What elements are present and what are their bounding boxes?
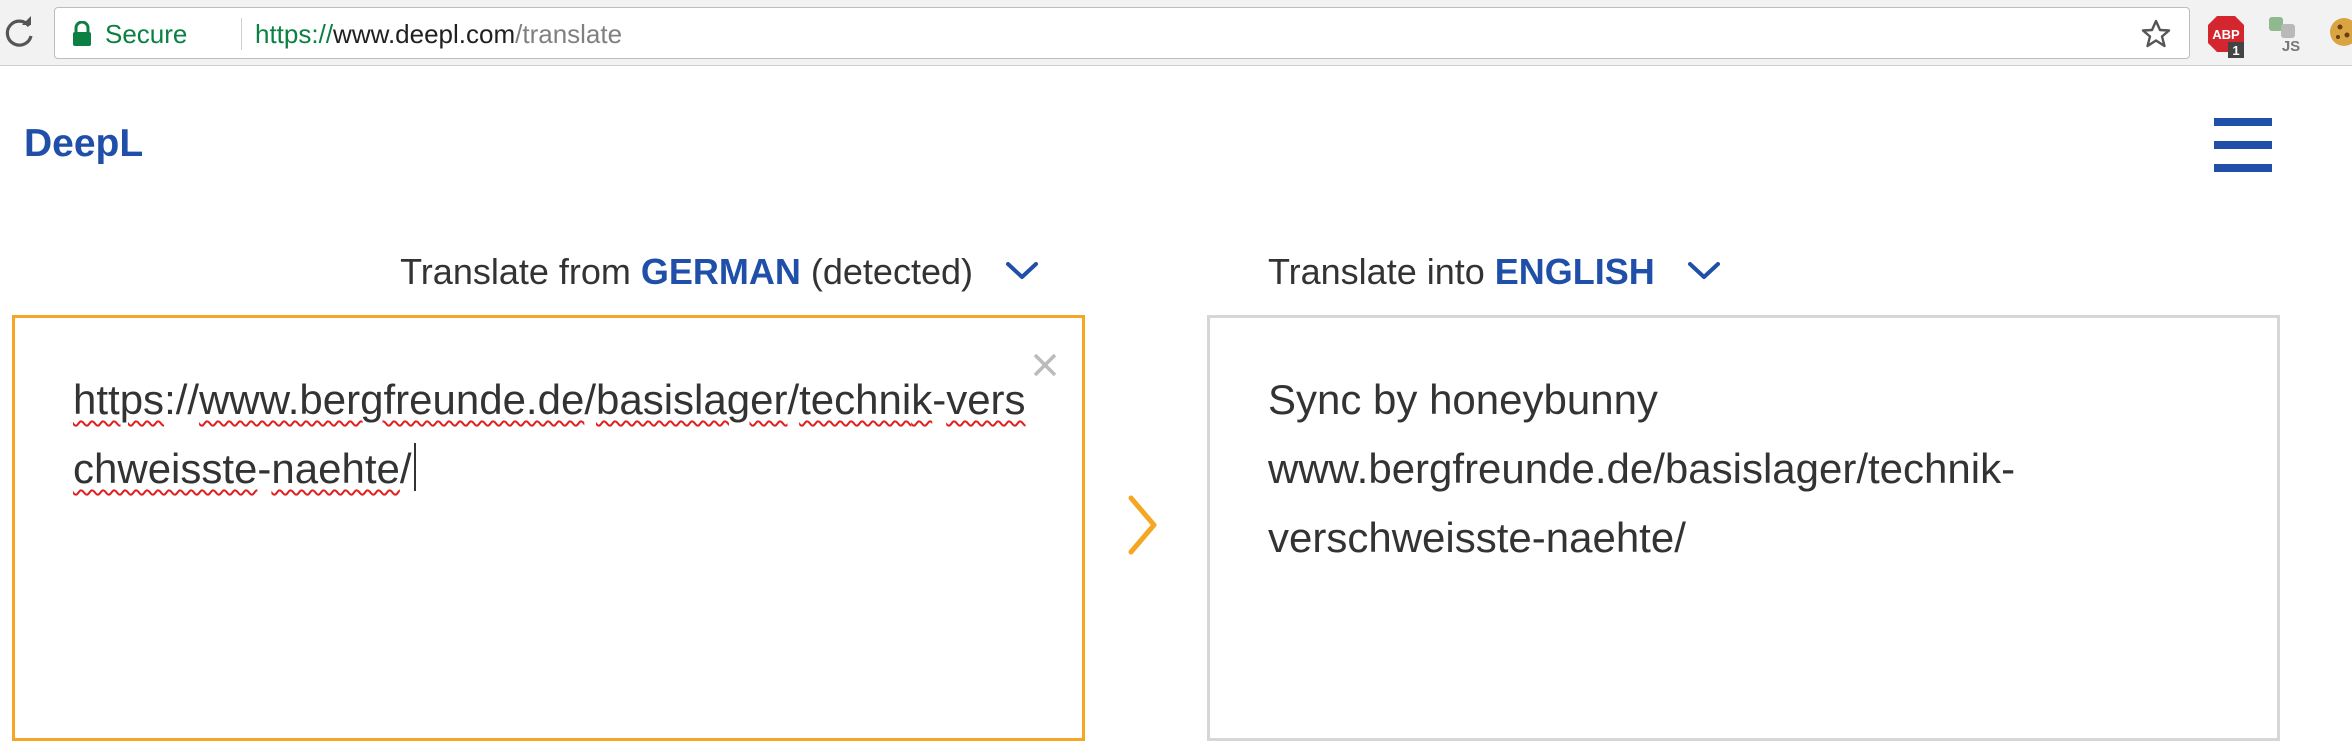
text-caret xyxy=(413,443,416,491)
source-language-name: GERMAN xyxy=(640,251,801,292)
source-text-input[interactable]: https://www.bergfreunde.de/basislager/te… xyxy=(73,365,1033,503)
source-word: / xyxy=(399,445,412,492)
arrow-right-icon xyxy=(1128,495,1157,555)
browser-toolbar: Secure https://www.deepl.com/translate A… xyxy=(0,0,2352,66)
deepl-logo[interactable]: DeepL xyxy=(24,122,143,166)
translation-line: verschweisste-naehte/ xyxy=(1268,514,1686,561)
translation-line: www.bergfreunde.de/basislager/technik- xyxy=(1268,445,2016,492)
chevron-down-icon[interactable] xyxy=(1005,261,1039,281)
close-icon[interactable] xyxy=(1030,350,1060,380)
menu-bar xyxy=(2214,118,2272,126)
abp-badge: 1 xyxy=(2232,43,2239,58)
url-path: /translate xyxy=(515,19,623,49)
secure-label: Secure xyxy=(105,19,188,49)
url-text[interactable]: https://www.deepl.com/translate xyxy=(255,20,622,48)
target-language-prefix: Translate into xyxy=(1268,251,1495,292)
cookie-icon[interactable] xyxy=(2328,16,2352,48)
abp-icon[interactable]: ABP 1 xyxy=(2206,14,2246,58)
address-separator xyxy=(241,18,242,50)
translation-output-text[interactable]: Sync by honeybunny www.bergfreunde.de/ba… xyxy=(1268,365,2198,572)
chevron-down-icon[interactable] xyxy=(1687,261,1721,281)
source-word: k xyxy=(911,376,933,423)
target-language-name: ENGLISH xyxy=(1494,251,1655,292)
target-language-selector[interactable]: Translate into ENGLISH xyxy=(1268,250,1721,294)
reload-icon[interactable] xyxy=(0,14,38,52)
menu-bar xyxy=(2214,164,2272,172)
source-language-selector[interactable]: Translate from GERMAN (detected) xyxy=(400,250,1039,294)
menu-icon[interactable] xyxy=(2214,118,2272,172)
menu-bar xyxy=(2214,141,2272,149)
source-word: www.bergfreunde.de xyxy=(199,376,585,423)
source-word: naehte xyxy=(271,445,400,492)
translation-line: Sync by honeybunny xyxy=(1268,376,1658,423)
address-bar[interactable]: Secure https://www.deepl.com/translate xyxy=(54,7,2190,59)
source-word: - xyxy=(932,376,947,423)
svg-text:ABP: ABP xyxy=(2212,27,2240,42)
star-icon[interactable] xyxy=(2141,19,2171,49)
source-language-suffix: (detected) xyxy=(800,251,973,292)
source-language-prefix: Translate from xyxy=(400,251,641,292)
source-word: - xyxy=(257,445,272,492)
url-host: www.deepl.com xyxy=(333,19,516,49)
source-word: techni xyxy=(799,376,912,423)
js-label: JS xyxy=(2282,38,2300,54)
translation-output-panel: Sync by honeybunny www.bergfreunde.de/ba… xyxy=(1207,315,2280,741)
url-scheme: https:// xyxy=(255,19,334,49)
source-text-panel[interactable]: https://www.bergfreunde.de/basislager/te… xyxy=(12,315,1085,741)
js-extension-icon[interactable]: JS xyxy=(2266,14,2306,54)
source-word: / xyxy=(787,376,800,423)
source-word: https xyxy=(73,376,165,423)
source-word: :// xyxy=(164,376,200,423)
source-word: basislager xyxy=(596,376,788,423)
source-word: / xyxy=(584,376,596,423)
lock-icon xyxy=(73,21,91,46)
